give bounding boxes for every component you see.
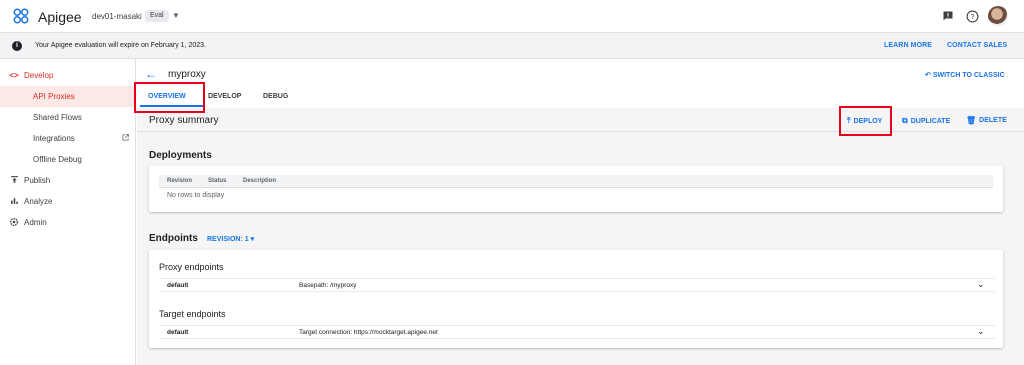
tab-develop[interactable]: DEVELOP [208,93,241,100]
empty-state: No rows to display [167,192,225,199]
deployments-table-header: Revision Status Description [159,175,993,188]
switch-to-classic-label: SWITCH TO CLASSIC [932,72,1005,79]
apigee-logo-icon[interactable] [12,7,30,25]
sidebar-item-label: Integrations [33,134,75,143]
endpoints-card: Proxy endpoints default Basepath: /mypro… [149,250,1003,348]
page-title: myproxy [168,69,206,80]
feedback-icon[interactable] [940,8,956,24]
deployments-title: Deployments [149,150,212,161]
delete-label: DELETE [979,117,1007,124]
sidebar-item-develop[interactable]: <> Develop [0,65,136,86]
publish-icon [8,175,20,186]
delete-button[interactable]: 🗑 DELETE [966,116,1007,125]
app-name: Apigee [38,9,82,25]
back-arrow-icon[interactable]: ← [145,67,157,81]
endpoint-name: default [167,282,189,289]
sidebar: <> Develop API Proxies Shared Flows Inte… [0,59,136,365]
deploy-highlight-box [839,106,892,136]
sidebar-item-shared-flows[interactable]: Shared Flows [0,107,136,128]
deployments-card: Revision Status Description No rows to d… [149,166,1003,212]
top-bar: Apigee dev01-masaki Eval ▼ ? [0,0,1024,33]
sidebar-item-api-proxies[interactable]: API Proxies [0,86,136,107]
sidebar-item-label: Develop [24,71,54,80]
sidebar-item-admin[interactable]: Admin [0,212,136,233]
sidebar-item-label: Offline Debug [33,155,82,164]
svg-text:?: ? [970,14,974,21]
help-icon[interactable]: ? [964,8,980,24]
column-header[interactable]: Status [208,178,226,184]
target-endpoints-title: Target endpoints [159,309,226,319]
contact-sales-link[interactable]: CONTACT SALES [947,42,1007,49]
endpoint-detail: Basepath: /myproxy [299,282,357,289]
chevron-down-icon[interactable]: ⌄ [977,279,985,290]
sidebar-item-integrations[interactable]: Integrations [0,128,136,149]
sidebar-item-analyze[interactable]: Analyze [0,191,136,212]
column-header[interactable]: Revision [167,178,192,184]
sidebar-item-label: Publish [24,176,51,185]
admin-icon [8,217,20,229]
copy-icon: ⧉ [902,116,908,125]
list-item[interactable]: default Basepath: /myproxy ⌄ [159,278,995,292]
trash-icon: 🗑 [966,116,977,125]
sidebar-item-label: Analyze [24,197,53,206]
tab-bar: OVERVIEW DEVELOP DEBUG [137,86,1024,108]
learn-more-link[interactable]: LEARN MORE [884,42,932,49]
proxy-endpoints-title: Proxy endpoints [159,262,224,272]
chevron-down-icon[interactable]: ▼ [172,11,180,20]
chevron-down-icon[interactable]: ⌄ [977,326,985,337]
tab-debug[interactable]: DEBUG [263,93,288,100]
evaluation-banner: i Your Apigee evaluation will expire on … [0,33,1024,59]
sidebar-item-publish[interactable]: Publish [0,170,136,191]
code-icon: <> [9,71,19,80]
endpoint-name: default [167,329,189,336]
overview-highlight-box [134,82,205,113]
main-content: Proxy summary ⤒ DEPLOY ⧉ DUPLICATE 🗑 DEL… [137,108,1024,365]
org-selector[interactable]: dev01-masaki [92,12,142,21]
switch-to-classic-link[interactable]: ↶ SWITCH TO CLASSIC [925,71,1005,79]
revision-label: REVISION: 1 [207,236,249,243]
open-in-new-icon [122,134,129,141]
sidebar-item-offline-debug[interactable]: Offline Debug [0,149,136,170]
sidebar-item-label: Admin [24,218,47,227]
info-icon: i [12,41,22,51]
analyze-icon [8,196,20,207]
duplicate-button[interactable]: ⧉ DUPLICATE [902,116,950,126]
sidebar-item-label: API Proxies [33,92,75,101]
revision-selector[interactable]: REVISION: 1 ▾ [207,235,254,243]
endpoint-detail: Target connection: https://mocktarget.ap… [299,329,438,336]
list-item[interactable]: default Target connection: https://mockt… [159,325,995,339]
caret-down-icon: ▾ [250,236,255,243]
eval-badge: Eval [145,10,169,22]
sidebar-item-label: Shared Flows [33,113,82,122]
summary-title: Proxy summary [149,115,219,126]
avatar[interactable] [988,6,1008,26]
column-header[interactable]: Description [243,178,276,184]
duplicate-label: DUPLICATE [910,117,951,125]
endpoints-title: Endpoints [149,233,198,244]
banner-message: Your Apigee evaluation will expire on Fe… [35,42,206,49]
